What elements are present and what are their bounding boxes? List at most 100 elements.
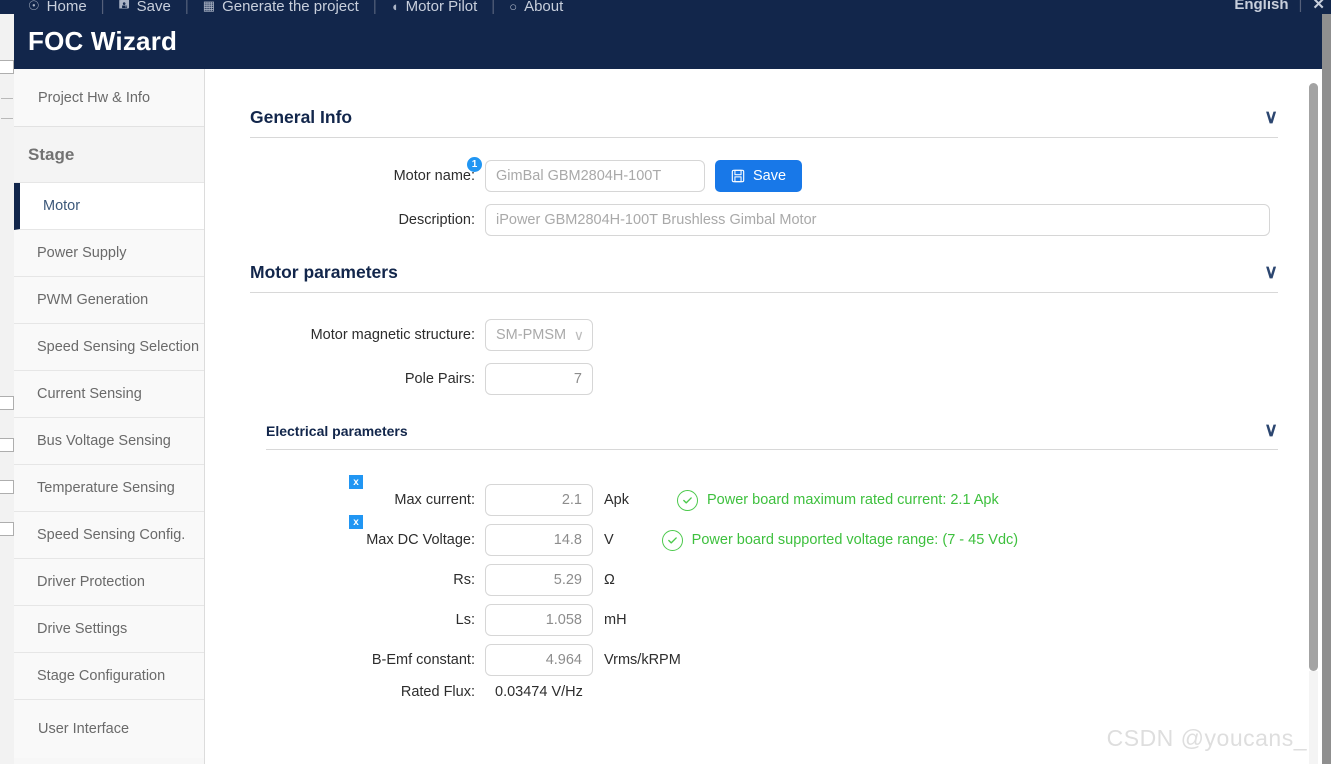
save-button[interactable]: Save: [715, 160, 803, 192]
sidebar-group-label: Stage: [28, 144, 75, 164]
save-button-label: Save: [753, 168, 787, 184]
menu-item-motor-pilot-label: Motor Pilot: [405, 0, 478, 14]
sidebar-item-label: Motor: [43, 198, 81, 214]
sidebar: Project Hw & Info Stage Motor Power Supp…: [14, 69, 205, 764]
row-max-dc-voltage: Max DC Voltage: 14.8 x V Power board sup…: [250, 515, 1278, 556]
background-menu-items: ☉ Home | 🖪 Save | ▦ Generate the project…: [14, 0, 577, 14]
row-bemf-constant: B-Emf constant: 4.964 Vrms/kRPM: [250, 644, 1278, 676]
sidebar-item-label: Power Supply: [37, 245, 127, 261]
floppy-disk-icon: [731, 169, 745, 183]
sidebar-item-pwm-generation[interactable]: PWM Generation: [14, 277, 204, 324]
sidebar-item-label: Temperature Sensing: [37, 480, 175, 496]
max-dc-voltage-input[interactable]: 14.8: [485, 524, 593, 556]
screenshot-root: ☉ Home | 🖪 Save | ▦ Generate the project…: [0, 0, 1331, 764]
sidebar-item-label: Drive Settings: [37, 621, 128, 637]
general-info-fields: Motor name: 1 GimBal GBM2804H-100T Save …: [250, 157, 1278, 236]
menu-item-about-label: About: [524, 0, 564, 14]
scrollbar-track[interactable]: [1309, 671, 1318, 764]
menu-separator: |: [1298, 0, 1303, 13]
section-motor-parameters: Motor parameters ∨ Motor magnetic struct…: [250, 262, 1278, 395]
max-dc-voltage-hint: Power board supported voltage range: (7 …: [661, 529, 1018, 551]
ls-input[interactable]: 1.058: [485, 604, 593, 636]
max-current-input[interactable]: 2.1: [485, 484, 593, 516]
sidebar-item-project-hw-info[interactable]: Project Hw & Info: [14, 69, 204, 127]
content-scrollbar[interactable]: [1308, 69, 1319, 764]
about-icon: ○: [509, 0, 518, 14]
sidebar-item-label: Current Sensing: [37, 386, 142, 402]
max-dc-voltage-label: Max DC Voltage:: [366, 532, 475, 548]
sidebar-item-power-supply[interactable]: Power Supply: [14, 230, 204, 277]
foc-wizard-window: FOC Wizard Project Hw & Info Stage Motor…: [14, 14, 1322, 764]
chevron-down-icon[interactable]: ∨: [1264, 263, 1278, 282]
chevron-down-icon[interactable]: ∨: [1264, 108, 1278, 127]
background-window-right-edge: [1322, 14, 1331, 764]
sidebar-item-speed-sensing-config[interactable]: Speed Sensing Config.: [14, 512, 204, 559]
sidebar-item-label: Speed Sensing Config.: [37, 527, 186, 543]
bemf-constant-input[interactable]: 4.964: [485, 644, 593, 676]
section-electrical-parameters: Electrical parameters ∨ Max current: 2.1…: [250, 421, 1278, 700]
max-dc-voltage-unit: V: [604, 532, 614, 548]
magnetic-structure-select[interactable]: SM-PMSM ∨: [485, 319, 593, 351]
sidebar-item-motor[interactable]: Motor: [14, 183, 204, 230]
rs-unit: Ω: [604, 572, 615, 588]
clear-max-dc-voltage-badge[interactable]: x: [349, 515, 363, 529]
close-icon[interactable]: ✕: [1312, 0, 1325, 13]
content-panel: General Info ∨ Motor name: 1 GimBal GBM2…: [205, 69, 1322, 764]
menu-item-home-label: Home: [46, 0, 87, 14]
rs-input[interactable]: 5.29: [485, 564, 593, 596]
pole-pairs-input[interactable]: 7: [485, 363, 593, 395]
sidebar-item-temperature-sensing[interactable]: Temperature Sensing: [14, 465, 204, 512]
clear-max-current-badge[interactable]: x: [349, 475, 363, 489]
page-title: FOC Wizard: [28, 26, 178, 56]
row-rated-flux: Rated Flux: 0.03474 V/Hz: [250, 684, 1278, 700]
section-title: General Info: [250, 107, 353, 127]
background-artifact: [0, 438, 14, 452]
menu-item-about[interactable]: ○ About: [495, 0, 577, 14]
background-menu-right: English | ✕: [1234, 0, 1325, 13]
background-artifact: [1, 118, 13, 119]
section-title: Electrical parameters: [266, 422, 408, 439]
background-artifact: [0, 522, 14, 536]
background-window-left-edge: [0, 14, 15, 764]
motor-name-badge: 1: [467, 157, 482, 172]
app-header: FOC Wizard: [14, 14, 1322, 69]
menu-item-home[interactable]: ☉ Home: [14, 0, 101, 14]
max-current-hint-text: Power board maximum rated current: 2.1 A…: [707, 492, 999, 508]
section-general-info: General Info ∨ Motor name: 1 GimBal GBM2…: [250, 107, 1278, 236]
sidebar-item-bus-voltage-sensing[interactable]: Bus Voltage Sensing: [14, 418, 204, 465]
sidebar-item-user-interface[interactable]: User Interface: [14, 700, 204, 758]
bemf-constant-unit: Vrms/kRPM: [604, 652, 681, 668]
menu-item-generate[interactable]: ▦ Generate the project: [189, 0, 373, 14]
chevron-down-icon[interactable]: ∨: [1264, 421, 1278, 440]
sidebar-item-label: Speed Sensing Selection: [37, 339, 200, 355]
motor-pilot-icon: ◖: [390, 0, 399, 14]
sidebar-item-current-sensing[interactable]: Current Sensing: [14, 371, 204, 418]
motor-name-label: Motor name:: [393, 168, 475, 184]
motor-parameters-fields: Motor magnetic structure: SM-PMSM ∨ Pole…: [250, 319, 1278, 395]
max-current-unit: Apk: [604, 492, 629, 508]
scrollbar-thumb[interactable]: [1309, 83, 1318, 671]
background-artifact: [1, 98, 13, 99]
row-max-current: Max current: 2.1 x Apk Power board maxim…: [250, 475, 1278, 516]
sidebar-item-drive-settings[interactable]: Drive Settings: [14, 606, 204, 653]
magnetic-structure-label: Motor magnetic structure:: [310, 327, 475, 343]
description-input[interactable]: iPower GBM2804H-100T Brushless Gimbal Mo…: [485, 204, 1270, 236]
row-pole-pairs: Pole Pairs: 7: [250, 363, 1278, 395]
description-label: Description:: [398, 212, 475, 228]
menu-item-save[interactable]: 🖪 Save: [105, 0, 185, 14]
sidebar-item-speed-sensing-selection[interactable]: Speed Sensing Selection: [14, 324, 204, 371]
section-title: Motor parameters: [250, 262, 398, 282]
app-body: Project Hw & Info Stage Motor Power Supp…: [14, 69, 1322, 764]
max-current-hint: Power board maximum rated current: 2.1 A…: [677, 489, 999, 511]
row-magnetic-structure: Motor magnetic structure: SM-PMSM ∨: [250, 319, 1278, 351]
menu-item-motor-pilot[interactable]: ◖ Motor Pilot: [377, 0, 492, 14]
motor-name-input[interactable]: GimBal GBM2804H-100T: [485, 160, 705, 192]
rated-flux-label: Rated Flux:: [400, 684, 475, 700]
sidebar-item-label: Driver Protection: [37, 574, 145, 590]
save-icon: 🖪: [118, 0, 130, 11]
sidebar-item-label: PWM Generation: [37, 292, 149, 308]
language-selector[interactable]: English: [1234, 0, 1288, 13]
sidebar-item-stage-configuration[interactable]: Stage Configuration: [14, 653, 204, 700]
bemf-constant-label: B-Emf constant:: [371, 652, 475, 668]
sidebar-item-driver-protection[interactable]: Driver Protection: [14, 559, 204, 606]
